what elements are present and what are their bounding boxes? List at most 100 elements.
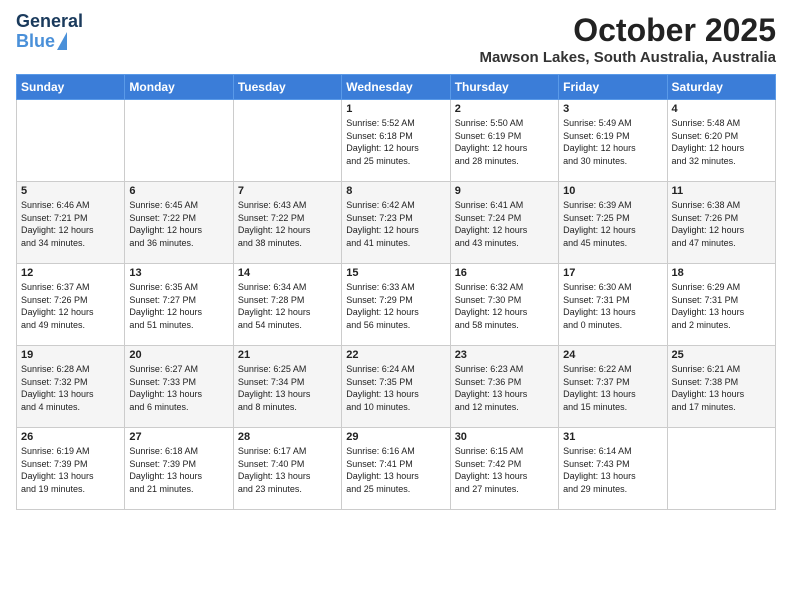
- calendar-cell-w3-d5: 17 Sunrise: 6:30 AM Sunset: 7:31 PM Dayli…: [559, 264, 667, 346]
- day-info: Sunrise: 6:18 AM Sunset: 7:39 PM Dayligh…: [129, 445, 228, 495]
- logo-name: General Blue: [16, 12, 83, 52]
- day-number: 30: [455, 431, 554, 443]
- day-info: Sunrise: 6:35 AM Sunset: 7:27 PM Dayligh…: [129, 281, 228, 331]
- calendar-cell-w2-d2: 7 Sunrise: 6:43 AM Sunset: 7:22 PM Daylig…: [233, 182, 341, 264]
- calendar-cell-w4-d4: 23 Sunrise: 6:23 AM Sunset: 7:36 PM Dayli…: [450, 346, 558, 428]
- day-number: 4: [672, 103, 771, 115]
- calendar-cell-w1-d6: 4 Sunrise: 5:48 AM Sunset: 6:20 PM Daylig…: [667, 100, 775, 182]
- calendar-cell-w4-d5: 24 Sunrise: 6:22 AM Sunset: 7:37 PM Dayli…: [559, 346, 667, 428]
- logo-triangle-icon: [57, 32, 67, 50]
- day-info: Sunrise: 5:50 AM Sunset: 6:19 PM Dayligh…: [455, 117, 554, 167]
- calendar-cell-w3-d2: 14 Sunrise: 6:34 AM Sunset: 7:28 PM Dayli…: [233, 264, 341, 346]
- calendar-cell-w5-d2: 28Sunrise: 6:17 AM Sunset: 7:40 PM Dayli…: [233, 428, 341, 510]
- day-number: 18: [672, 267, 771, 279]
- header-sunday: Sunday: [17, 75, 125, 100]
- day-info: Sunrise: 6:45 AM Sunset: 7:22 PM Dayligh…: [129, 199, 228, 249]
- logo-general-text: General: [16, 12, 83, 32]
- day-number: 7: [238, 185, 337, 197]
- title-block: October 2025 Mawson Lakes, South Austral…: [480, 12, 776, 66]
- calendar-cell-w3-d3: 15Sunrise: 6:33 AM Sunset: 7:29 PM Dayli…: [342, 264, 450, 346]
- day-info: Sunrise: 6:22 AM Sunset: 7:37 PM Dayligh…: [563, 363, 662, 413]
- logo-blue-text: Blue: [16, 32, 55, 52]
- header-tuesday: Tuesday: [233, 75, 341, 100]
- day-number: 14: [238, 267, 337, 279]
- calendar-cell-w2-d4: 9Sunrise: 6:41 AM Sunset: 7:24 PM Daylig…: [450, 182, 558, 264]
- calendar-cell-w3-d6: 18 Sunrise: 6:29 AM Sunset: 7:31 PM Dayli…: [667, 264, 775, 346]
- header-saturday: Saturday: [667, 75, 775, 100]
- day-info: Sunrise: 6:37 AM Sunset: 7:26 PM Dayligh…: [21, 281, 120, 331]
- day-info: Sunrise: 6:39 AM Sunset: 7:25 PM Dayligh…: [563, 199, 662, 249]
- day-number: 20: [129, 349, 228, 361]
- day-number: 21: [238, 349, 337, 361]
- header-monday: Monday: [125, 75, 233, 100]
- header-friday: Friday: [559, 75, 667, 100]
- day-info: Sunrise: 5:48 AM Sunset: 6:20 PM Dayligh…: [672, 117, 771, 167]
- day-number: 29: [346, 431, 445, 443]
- day-info: Sunrise: 6:15 AM Sunset: 7:42 PM Dayligh…: [455, 445, 554, 495]
- header-wednesday: Wednesday: [342, 75, 450, 100]
- page: General Blue October 2025 Mawson Lakes, …: [0, 0, 792, 612]
- location-title: Mawson Lakes, South Australia, Australia: [480, 49, 776, 66]
- calendar-cell-w5-d1: 27Sunrise: 6:18 AM Sunset: 7:39 PM Dayli…: [125, 428, 233, 510]
- day-number: 16: [455, 267, 554, 279]
- day-number: 15: [346, 267, 445, 279]
- calendar-cell-w4-d3: 22Sunrise: 6:24 AM Sunset: 7:35 PM Dayli…: [342, 346, 450, 428]
- calendar-cell-w5-d4: 30 Sunrise: 6:15 AM Sunset: 7:42 PM Dayli…: [450, 428, 558, 510]
- calendar-cell-w1-d0: [17, 100, 125, 182]
- day-info: Sunrise: 6:27 AM Sunset: 7:33 PM Dayligh…: [129, 363, 228, 413]
- header: General Blue October 2025 Mawson Lakes, …: [16, 12, 776, 66]
- day-info: Sunrise: 6:16 AM Sunset: 7:41 PM Dayligh…: [346, 445, 445, 495]
- day-number: 24: [563, 349, 662, 361]
- day-info: Sunrise: 6:25 AM Sunset: 7:34 PM Dayligh…: [238, 363, 337, 413]
- day-number: 25: [672, 349, 771, 361]
- calendar-cell-w5-d0: 26Sunrise: 6:19 AM Sunset: 7:39 PM Dayli…: [17, 428, 125, 510]
- day-number: 11: [672, 185, 771, 197]
- calendar-cell-w5-d5: 31Sunrise: 6:14 AM Sunset: 7:43 PM Dayli…: [559, 428, 667, 510]
- day-number: 3: [563, 103, 662, 115]
- day-number: 8: [346, 185, 445, 197]
- day-info: Sunrise: 6:29 AM Sunset: 7:31 PM Dayligh…: [672, 281, 771, 331]
- calendar-cell-w1-d4: 2 Sunrise: 5:50 AM Sunset: 6:19 PM Daylig…: [450, 100, 558, 182]
- calendar-cell-w1-d1: [125, 100, 233, 182]
- calendar-week-1: 1 Sunrise: 5:52 AM Sunset: 6:18 PM Daylig…: [17, 100, 776, 182]
- calendar-cell-w2-d1: 6 Sunrise: 6:45 AM Sunset: 7:22 PM Daylig…: [125, 182, 233, 264]
- day-info: Sunrise: 5:49 AM Sunset: 6:19 PM Dayligh…: [563, 117, 662, 167]
- day-number: 6: [129, 185, 228, 197]
- calendar-week-5: 26Sunrise: 6:19 AM Sunset: 7:39 PM Dayli…: [17, 428, 776, 510]
- calendar-header-row: Sunday Monday Tuesday Wednesday Thursday…: [17, 75, 776, 100]
- day-info: Sunrise: 6:23 AM Sunset: 7:36 PM Dayligh…: [455, 363, 554, 413]
- day-number: 23: [455, 349, 554, 361]
- calendar-cell-w1-d3: 1 Sunrise: 5:52 AM Sunset: 6:18 PM Daylig…: [342, 100, 450, 182]
- calendar-cell-w5-d3: 29 Sunrise: 6:16 AM Sunset: 7:41 PM Dayli…: [342, 428, 450, 510]
- day-number: 13: [129, 267, 228, 279]
- calendar-cell-w3-d4: 16 Sunrise: 6:32 AM Sunset: 7:30 PM Dayli…: [450, 264, 558, 346]
- calendar-cell-w2-d5: 10Sunrise: 6:39 AM Sunset: 7:25 PM Dayli…: [559, 182, 667, 264]
- day-info: Sunrise: 6:30 AM Sunset: 7:31 PM Dayligh…: [563, 281, 662, 331]
- day-info: Sunrise: 6:34 AM Sunset: 7:28 PM Dayligh…: [238, 281, 337, 331]
- calendar-cell-w4-d0: 19Sunrise: 6:28 AM Sunset: 7:32 PM Dayli…: [17, 346, 125, 428]
- calendar-cell-w2-d0: 5 Sunrise: 6:46 AM Sunset: 7:21 PM Daylig…: [17, 182, 125, 264]
- calendar-cell-w1-d5: 3 Sunrise: 5:49 AM Sunset: 6:19 PM Daylig…: [559, 100, 667, 182]
- day-info: Sunrise: 5:52 AM Sunset: 6:18 PM Dayligh…: [346, 117, 445, 167]
- calendar-week-2: 5 Sunrise: 6:46 AM Sunset: 7:21 PM Daylig…: [17, 182, 776, 264]
- day-info: Sunrise: 6:38 AM Sunset: 7:26 PM Dayligh…: [672, 199, 771, 249]
- calendar-cell-w4-d6: 25Sunrise: 6:21 AM Sunset: 7:38 PM Dayli…: [667, 346, 775, 428]
- day-info: Sunrise: 6:41 AM Sunset: 7:24 PM Dayligh…: [455, 199, 554, 249]
- day-info: Sunrise: 6:32 AM Sunset: 7:30 PM Dayligh…: [455, 281, 554, 331]
- day-number: 5: [21, 185, 120, 197]
- day-number: 1: [346, 103, 445, 115]
- day-info: Sunrise: 6:14 AM Sunset: 7:43 PM Dayligh…: [563, 445, 662, 495]
- day-info: Sunrise: 6:24 AM Sunset: 7:35 PM Dayligh…: [346, 363, 445, 413]
- calendar-table: Sunday Monday Tuesday Wednesday Thursday…: [16, 74, 776, 510]
- month-title: October 2025: [480, 12, 776, 49]
- header-thursday: Thursday: [450, 75, 558, 100]
- calendar-week-3: 12Sunrise: 6:37 AM Sunset: 7:26 PM Dayli…: [17, 264, 776, 346]
- day-number: 2: [455, 103, 554, 115]
- day-info: Sunrise: 6:43 AM Sunset: 7:22 PM Dayligh…: [238, 199, 337, 249]
- day-info: Sunrise: 6:46 AM Sunset: 7:21 PM Dayligh…: [21, 199, 120, 249]
- day-number: 28: [238, 431, 337, 443]
- day-number: 19: [21, 349, 120, 361]
- calendar-cell-w5-d6: [667, 428, 775, 510]
- day-number: 17: [563, 267, 662, 279]
- calendar-cell-w1-d2: [233, 100, 341, 182]
